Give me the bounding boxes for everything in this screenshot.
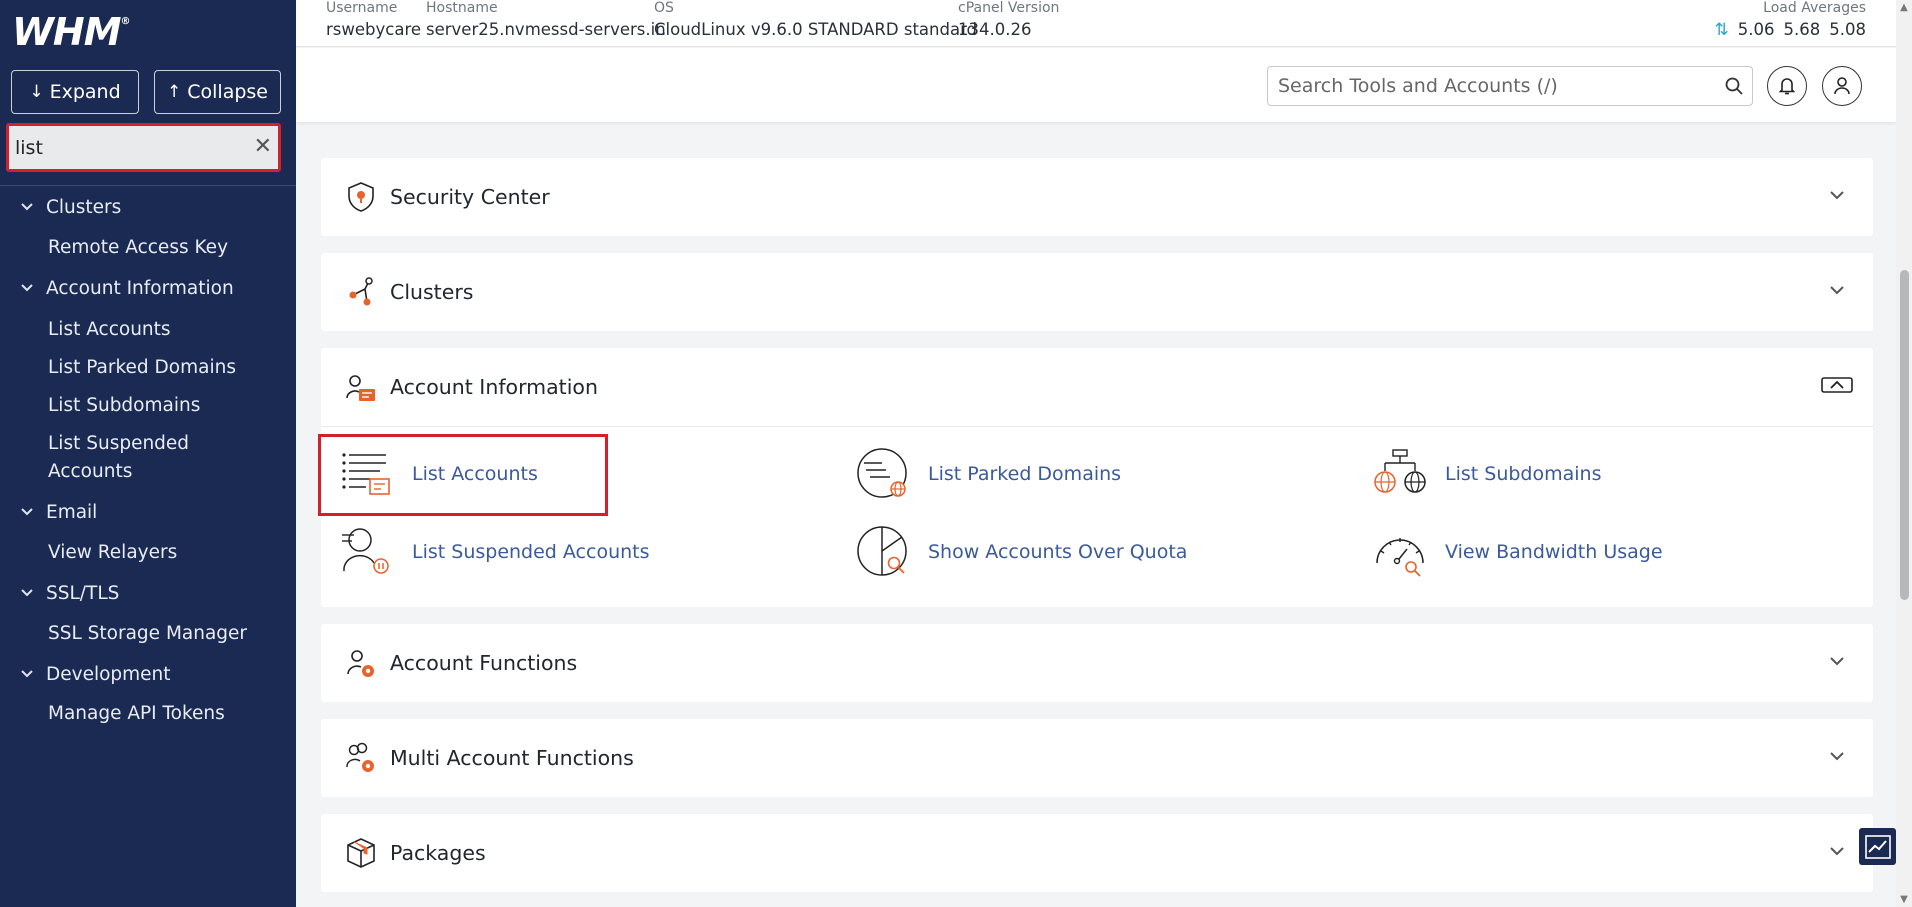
suspended-accounts-icon [342, 528, 389, 574]
chevron-down-icon[interactable] [1827, 280, 1847, 300]
search-bar-area [296, 48, 1896, 122]
chevron-down-icon [20, 586, 36, 602]
chevron-up-icon[interactable] [1821, 375, 1853, 395]
chevron-down-icon [20, 200, 36, 216]
sidebar-item-list-accounts[interactable]: List Accounts [48, 316, 288, 344]
sidebar-group-ssl-tls[interactable]: SSL/TLS [20, 583, 119, 604]
sidebar-item-manage-api-tokens[interactable]: Manage API Tokens [48, 700, 288, 728]
subdomains-icon [1374, 449, 1426, 493]
section-multi-account-functions: Multi Account Functions [321, 719, 1873, 797]
user-icon [1834, 77, 1850, 95]
bandwidth-gauge-icon [1376, 538, 1424, 577]
account-information-tools: List Accounts List Parked Domains List S… [321, 426, 1873, 577]
sidebar-item-list-subdomains[interactable]: List Subdomains [48, 392, 288, 420]
search-icon[interactable] [1724, 76, 1744, 96]
load-trend-icon: ⇅ [1714, 20, 1729, 40]
sidebar-item-view-relayers[interactable]: View Relayers [48, 539, 288, 567]
account-functions-icon [347, 650, 374, 677]
tool-list-subdomains[interactable]: List Subdomains [1373, 447, 1601, 501]
hostname-info: Hostname server25.nvmessd-servers.in [426, 0, 666, 39]
username-info: Username rswebycare [326, 0, 422, 39]
load-averages-info: Load Averages ⇅ 5.06 5.68 5.08 [1686, 0, 1867, 44]
cpanel-version-info: cPanel Version 134.0.26 [958, 0, 1060, 39]
sidebar-item-list-parked-domains[interactable]: List Parked Domains [48, 354, 288, 382]
page-scrollbar[interactable]: ▲ ▼ [1896, 0, 1912, 907]
expand-button[interactable]: ↓ Expand [11, 70, 139, 114]
package-box-icon [347, 838, 375, 868]
sidebar-group-clusters[interactable]: Clusters [20, 197, 121, 218]
section-header-multi-account-functions[interactable]: Multi Account Functions [321, 719, 1873, 797]
scroll-up-arrow-icon[interactable]: ▲ [1899, 2, 1909, 13]
section-packages: Packages [321, 814, 1873, 892]
whm-logo[interactable]: WHM® [12, 10, 131, 54]
cluster-nodes-icon [349, 277, 373, 306]
trend-chart-icon [1864, 834, 1891, 859]
bell-icon [1778, 78, 1796, 95]
os-info: OS CloudLinux v9.6.0 STANDARD standard [654, 0, 978, 39]
server-info-bar: Username rswebycare Hostname server25.nv… [296, 0, 1896, 47]
scrollbar-thumb[interactable] [1900, 270, 1909, 600]
scroll-down-arrow-icon[interactable]: ▼ [1899, 894, 1909, 905]
notifications-button[interactable] [1767, 66, 1807, 106]
sidebar-item-remote-access-key[interactable]: Remote Access Key [48, 234, 288, 262]
tool-view-bandwidth-usage[interactable]: View Bandwidth Usage [1373, 525, 1663, 579]
collapse-button[interactable]: ↑ Collapse [154, 70, 281, 114]
section-header-clusters[interactable]: Clusters [321, 253, 1873, 331]
multi-account-functions-icon [346, 742, 374, 772]
sidebar-filter: ✕ [6, 123, 281, 172]
chevron-down-icon [20, 281, 36, 297]
section-header-packages[interactable]: Packages [321, 814, 1873, 892]
section-security-center: Security Center [321, 158, 1873, 236]
sidebar-item-ssl-storage-manager[interactable]: SSL Storage Manager [48, 620, 288, 648]
search-tools-input[interactable] [1278, 73, 1708, 99]
sidebar-item-list-suspended-accounts[interactable]: List Suspended Accounts [48, 430, 228, 486]
chevron-down-icon[interactable] [1827, 185, 1847, 205]
sidebar: WHM® ↓ Expand ↑ Collapse ✕ Clusters Remo… [0, 0, 296, 907]
chevron-down-icon[interactable] [1827, 651, 1847, 671]
section-clusters: Clusters [321, 253, 1873, 331]
sidebar-group-account-information[interactable]: Account Information [20, 278, 234, 299]
chevron-down-icon[interactable] [1827, 746, 1847, 766]
chevron-down-icon [20, 667, 36, 683]
user-menu-button[interactable] [1822, 66, 1862, 106]
shield-icon [348, 182, 374, 212]
section-header-account-functions[interactable]: Account Functions [321, 624, 1873, 702]
search-box [1267, 66, 1753, 106]
parked-domains-icon [857, 448, 907, 498]
section-header-account-information[interactable]: Account Information [321, 348, 1873, 426]
arrow-up-icon: ↑ [167, 82, 182, 102]
arrow-down-icon: ↓ [29, 82, 44, 102]
tool-list-suspended-accounts[interactable]: List Suspended Accounts [340, 525, 650, 579]
chevron-down-icon [20, 505, 36, 521]
sidebar-filter-input[interactable] [15, 131, 250, 164]
account-info-icon [346, 375, 375, 401]
chevron-down-icon[interactable] [1827, 841, 1847, 861]
sidebar-group-email[interactable]: Email [20, 502, 97, 523]
sidebar-divider [0, 185, 296, 186]
section-header-security-center[interactable]: Security Center [321, 158, 1873, 236]
section-account-functions: Account Functions [321, 624, 1873, 702]
tool-list-parked-domains[interactable]: List Parked Domains [856, 447, 1121, 501]
list-accounts-highlight [318, 434, 608, 516]
sidebar-group-development[interactable]: Development [20, 664, 171, 685]
stats-chart-button[interactable] [1859, 828, 1896, 865]
tool-show-accounts-over-quota[interactable]: Show Accounts Over Quota [856, 525, 1187, 579]
quota-pie-icon [857, 526, 907, 576]
clear-filter-icon[interactable]: ✕ [254, 134, 272, 160]
